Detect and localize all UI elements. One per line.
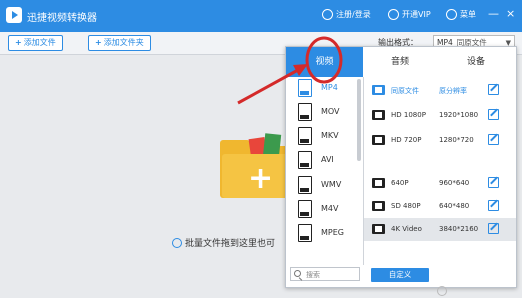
format-item-mov[interactable]: MOV bbox=[286, 101, 363, 125]
video-file-icon bbox=[298, 103, 312, 121]
resolution-name: 640P bbox=[391, 179, 409, 187]
format-popup: 视频 音频 设备 MP4 MOV MKV AVI WMV M4V MPEG 搜索… bbox=[285, 46, 517, 288]
resolution-name: 4K Video bbox=[391, 225, 422, 233]
format-item-wmv[interactable]: WMV bbox=[286, 174, 363, 198]
register-login-button[interactable]: 注册/登录 bbox=[322, 9, 371, 20]
video-icon bbox=[372, 85, 385, 95]
format-item-label: WMV bbox=[321, 180, 342, 189]
format-item-label: AVI bbox=[321, 155, 334, 164]
tab-audio[interactable]: 音频 bbox=[364, 47, 436, 77]
status-icon bbox=[437, 286, 447, 296]
edit-icon[interactable] bbox=[488, 109, 499, 120]
video-icon bbox=[372, 110, 385, 120]
format-item-avi[interactable]: AVI bbox=[286, 149, 363, 173]
add-folder-button[interactable]: + 添加文件夹 bbox=[88, 35, 151, 51]
tab-video[interactable]: 视频 bbox=[286, 47, 363, 77]
resolution-row[interactable]: SD 480P 640*480 bbox=[364, 195, 516, 218]
search-input[interactable]: 搜索 bbox=[290, 267, 360, 281]
menu-label: 菜单 bbox=[460, 10, 476, 19]
format-tabs: 视频 音频 设备 bbox=[286, 47, 516, 77]
resolution-value: 原分辨率 bbox=[439, 87, 467, 95]
resolution-value: 640*480 bbox=[439, 202, 470, 210]
resolution-value: 960*640 bbox=[439, 179, 470, 187]
video-file-icon bbox=[298, 79, 312, 97]
app-logo-icon bbox=[6, 7, 22, 23]
add-file-label: 添加文件 bbox=[23, 38, 56, 47]
resolution-row[interactable]: 640P 960*640 bbox=[364, 172, 516, 195]
smile-icon bbox=[172, 238, 182, 248]
format-item-label: MP4 bbox=[321, 83, 338, 92]
drop-hint: 批量文件拖到这里也可 bbox=[172, 236, 275, 249]
minimize-icon[interactable]: — bbox=[488, 8, 499, 19]
format-item-m4v[interactable]: M4V bbox=[286, 198, 363, 222]
plus-icon: + bbox=[248, 161, 274, 196]
resolution-name: HD 720P bbox=[391, 136, 422, 144]
edit-icon[interactable] bbox=[488, 223, 499, 234]
video-icon bbox=[372, 201, 385, 211]
format-item-label: MPEG bbox=[321, 228, 344, 237]
resolution-name: SD 480P bbox=[391, 202, 421, 210]
format-list: MP4 MOV MKV AVI WMV M4V MPEG bbox=[286, 77, 364, 265]
drop-hint-text: 批量文件拖到这里也可 bbox=[185, 239, 276, 249]
plus-icon: + bbox=[15, 38, 22, 47]
menu-icon bbox=[446, 9, 457, 20]
vip-icon bbox=[388, 9, 399, 20]
format-item-mpeg[interactable]: MPEG bbox=[286, 222, 363, 246]
video-icon bbox=[372, 135, 385, 145]
format-item-label: MKV bbox=[321, 131, 339, 140]
register-login-label: 注册/登录 bbox=[336, 10, 371, 19]
add-folder-label: 添加文件夹 bbox=[103, 38, 144, 47]
edit-icon[interactable] bbox=[488, 200, 499, 211]
user-icon bbox=[322, 9, 333, 20]
video-icon bbox=[372, 224, 385, 234]
resolution-list: 同原文件 原分辨率 HD 1080P 1920*1080 HD 720P 128… bbox=[364, 77, 516, 265]
resolution-value: 1920*1080 bbox=[439, 111, 479, 119]
format-list-scrollbar[interactable] bbox=[357, 79, 361, 161]
edit-icon[interactable] bbox=[488, 177, 499, 188]
resolution-value: 3840*2160 bbox=[439, 225, 479, 233]
video-file-icon bbox=[298, 127, 312, 145]
resolution-row[interactable]: HD 720P 1280*720 bbox=[364, 129, 516, 152]
custom-button[interactable]: 自定义 bbox=[371, 268, 429, 282]
format-item-label: MOV bbox=[321, 107, 340, 116]
search-icon bbox=[294, 270, 301, 277]
format-item-mp4[interactable]: MP4 bbox=[286, 77, 363, 101]
video-file-icon bbox=[298, 151, 312, 169]
resolution-row[interactable]: HD 1080P 1920*1080 bbox=[364, 104, 516, 127]
format-item-label: M4V bbox=[321, 204, 339, 213]
video-file-icon bbox=[298, 224, 312, 242]
resolution-name: HD 1080P bbox=[391, 111, 426, 119]
edit-icon[interactable] bbox=[488, 134, 499, 145]
plus-icon: + bbox=[95, 38, 102, 47]
menu-button[interactable]: 菜单 bbox=[446, 9, 476, 20]
video-file-icon bbox=[298, 200, 312, 218]
format-item-mkv[interactable]: MKV bbox=[286, 125, 363, 149]
resolution-name: 同原文件 bbox=[391, 87, 419, 95]
tab-device[interactable]: 设备 bbox=[436, 47, 516, 77]
video-file-icon bbox=[298, 176, 312, 194]
search-placeholder: 搜索 bbox=[306, 271, 320, 279]
title-bar: 迅捷视频转换器 注册/登录 开通VIP 菜单 — × bbox=[0, 0, 522, 32]
close-icon[interactable]: × bbox=[506, 8, 515, 19]
resolution-value: 1280*720 bbox=[439, 136, 474, 144]
app-title: 迅捷视频转换器 bbox=[27, 13, 97, 24]
resolution-row[interactable]: 4K Video 3840*2160 bbox=[364, 218, 516, 241]
resolution-row[interactable]: 同原文件 原分辨率 bbox=[364, 79, 516, 102]
vip-button[interactable]: 开通VIP bbox=[388, 9, 431, 20]
edit-icon[interactable] bbox=[488, 84, 499, 95]
vip-label: 开通VIP bbox=[402, 10, 431, 19]
add-file-button[interactable]: + 添加文件 bbox=[8, 35, 63, 51]
video-icon bbox=[372, 178, 385, 188]
